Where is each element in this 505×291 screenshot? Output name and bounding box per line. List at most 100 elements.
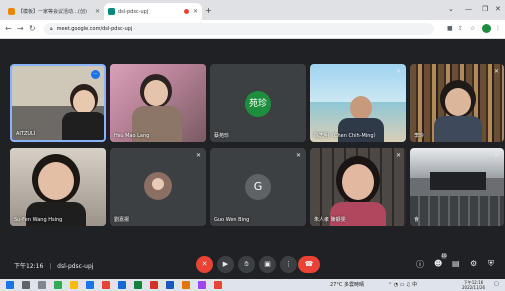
close-window-button[interactable]: ✕ xyxy=(495,5,501,13)
weather-widget[interactable]: 27°C 多雲時晴 xyxy=(330,281,364,288)
participant-face xyxy=(350,96,372,120)
participant-face xyxy=(144,80,168,106)
activities-icon[interactable]: ⚙ xyxy=(470,259,477,268)
participant-name: 陈志明（Chen Chih-Ming） xyxy=(314,133,379,139)
present-button[interactable]: ▣ xyxy=(259,256,276,273)
mic-muted-icon: ✕ xyxy=(295,152,301,159)
excel-icon[interactable] xyxy=(134,281,142,289)
more-options-button[interactable]: ⋮ xyxy=(280,256,297,273)
participant-body xyxy=(434,116,482,142)
participant-face xyxy=(38,162,74,200)
participant-avatar: G xyxy=(245,174,271,200)
menu-dots-icon[interactable]: ⋮ xyxy=(495,25,501,32)
meeting-code: dsl-pdsc-upj xyxy=(57,263,94,270)
bookmark-star-icon[interactable]: ☆ xyxy=(470,25,475,32)
word-icon[interactable] xyxy=(118,281,126,289)
taskbar-search-icon[interactable] xyxy=(22,281,30,289)
mic-muted-icon: ✕ xyxy=(493,152,499,159)
site-favicon xyxy=(8,8,15,15)
powerpoint-icon[interactable] xyxy=(150,281,158,289)
mic-muted-icon: ✕ xyxy=(195,152,201,159)
system-tray-icons[interactable]: ⌃ ◔ ▭ ♫ 中 xyxy=(388,281,417,288)
classroom-desks xyxy=(410,196,504,226)
chrome-icon[interactable] xyxy=(102,281,110,289)
mic-muted-icon: ✕ xyxy=(395,68,401,75)
store-icon[interactable] xyxy=(86,281,94,289)
meeting-time: 下午12:16 xyxy=(14,263,44,270)
participant-name: 李玲 xyxy=(414,133,425,139)
app-icon[interactable] xyxy=(198,281,206,289)
start-icon[interactable] xyxy=(6,281,14,289)
participant-avatar: 苑珍 xyxy=(245,91,271,117)
app-icon[interactable] xyxy=(214,281,222,289)
participant-name: Hsu Mao Lang xyxy=(114,133,150,139)
share-icon[interactable]: ⇪ xyxy=(458,25,463,32)
notification-icon[interactable]: ▢ xyxy=(494,281,499,287)
participant-name: Guo Wen Bing xyxy=(214,217,250,223)
avatar-face xyxy=(152,178,164,190)
raise-hand-button[interactable]: ✋︎ xyxy=(238,256,255,273)
participant-name: 劉嘉揚 xyxy=(114,217,130,223)
close-tab-icon[interactable]: ✕ xyxy=(95,8,100,15)
participant-tile[interactable]: Su-Fen Wang Hsing xyxy=(10,148,106,226)
participant-name: 朱人孝 陳靜雯 xyxy=(314,217,346,223)
outlook-icon[interactable] xyxy=(166,281,174,289)
participant-name: 會 xyxy=(414,217,420,223)
tab-title: 【模板】一家等会议活动…(创) xyxy=(18,9,87,15)
maximize-button[interactable]: ❐ xyxy=(482,5,488,13)
participant-tile[interactable]: ✕ 朱人孝 陳靜雯 xyxy=(310,148,406,226)
people-count-badge: 10 xyxy=(441,253,447,259)
back-arrow-icon[interactable]: ← xyxy=(5,24,12,33)
info-icon[interactable]: ⓘ xyxy=(416,259,424,270)
pin-icon[interactable]: ⋯ xyxy=(91,70,100,79)
meet-favicon xyxy=(108,8,115,15)
participant-body xyxy=(62,112,104,140)
tab-search-icon[interactable]: ⌄ xyxy=(448,5,454,13)
tab-title: dsl-pdsc-upj xyxy=(118,8,149,15)
taskbar-date: 2022/11/26 xyxy=(462,285,486,290)
browser-tab-strip: 【模板】一家等会议活动…(创) ✕ dsl-pdsc-upj ✕ + ⌄ — ❐… xyxy=(0,0,505,20)
forward-arrow-icon[interactable]: → xyxy=(17,24,24,33)
reload-icon[interactable]: ↻ xyxy=(29,24,36,33)
participant-tile[interactable]: ✕ 會 xyxy=(410,148,504,226)
host-controls-icon[interactable]: ⛨ xyxy=(488,259,494,269)
people-icon[interactable]: ☻ xyxy=(434,259,442,268)
participant-name: 蔡苑珍 xyxy=(214,133,230,139)
participant-name: AITZULI xyxy=(16,131,36,137)
participant-face xyxy=(342,164,374,200)
mic-muted-icon: ✕ xyxy=(395,152,401,159)
tab-inactive[interactable]: 【模板】一家等会议活动…(创) ✕ xyxy=(4,3,104,20)
chat-icon[interactable]: ▤ xyxy=(452,259,460,268)
classroom-screen xyxy=(430,172,486,190)
meeting-info: 下午12:16 | dsl-pdsc-upj xyxy=(14,263,94,270)
minimize-button[interactable]: — xyxy=(465,5,472,13)
participant-face xyxy=(73,90,95,114)
close-tab-icon[interactable]: ✕ xyxy=(193,8,198,15)
camera-in-use-icon[interactable]: ■ xyxy=(447,25,453,32)
participant-name: Su-Fen Wang Hsing xyxy=(14,217,63,223)
lock-icon: 🔒︎ xyxy=(50,26,53,32)
participant-tile[interactable]: G ✕ Guo Wen Bing xyxy=(210,148,306,226)
browser-toolbar: ← → ↻ 🔒︎ meet.google.com/dsl-pdsc-upj ■ … xyxy=(0,20,505,39)
participant-face xyxy=(445,88,471,116)
participant-tile[interactable]: ✕ 陈志明（Chen Chih-Ming） xyxy=(310,64,406,142)
participant-tile[interactable]: Hsu Mao Lang xyxy=(110,64,206,142)
profile-avatar[interactable] xyxy=(482,24,491,33)
camera-toggle-button[interactable]: ▶ xyxy=(217,256,234,273)
leave-call-button[interactable]: ☎︎ xyxy=(298,256,320,273)
participant-tile[interactable]: ⋯ AITZULI xyxy=(10,64,106,142)
participant-tile[interactable]: ✕ 李玲 xyxy=(410,64,504,142)
tab-active[interactable]: dsl-pdsc-upj ✕ xyxy=(104,3,202,20)
taskbar-clock[interactable]: 下午12:16 2022/11/26 xyxy=(462,280,485,290)
participant-tile[interactable]: 苑珍 蔡苑珍 xyxy=(210,64,306,142)
address-bar[interactable]: 🔒︎ meet.google.com/dsl-pdsc-upj xyxy=(44,23,434,35)
mic-toggle-button[interactable]: ✕ xyxy=(196,256,213,273)
new-tab-button[interactable]: + xyxy=(205,6,212,15)
recording-dot-icon xyxy=(183,9,189,14)
task-view-icon[interactable] xyxy=(38,281,46,289)
url-text: meet.google.com/dsl-pdsc-upj xyxy=(56,26,133,32)
file-explorer-icon[interactable] xyxy=(70,281,78,289)
participant-tile[interactable]: ✕ 劉嘉揚 xyxy=(110,148,206,226)
app-icon[interactable] xyxy=(182,281,190,289)
edge-icon[interactable] xyxy=(54,281,62,289)
